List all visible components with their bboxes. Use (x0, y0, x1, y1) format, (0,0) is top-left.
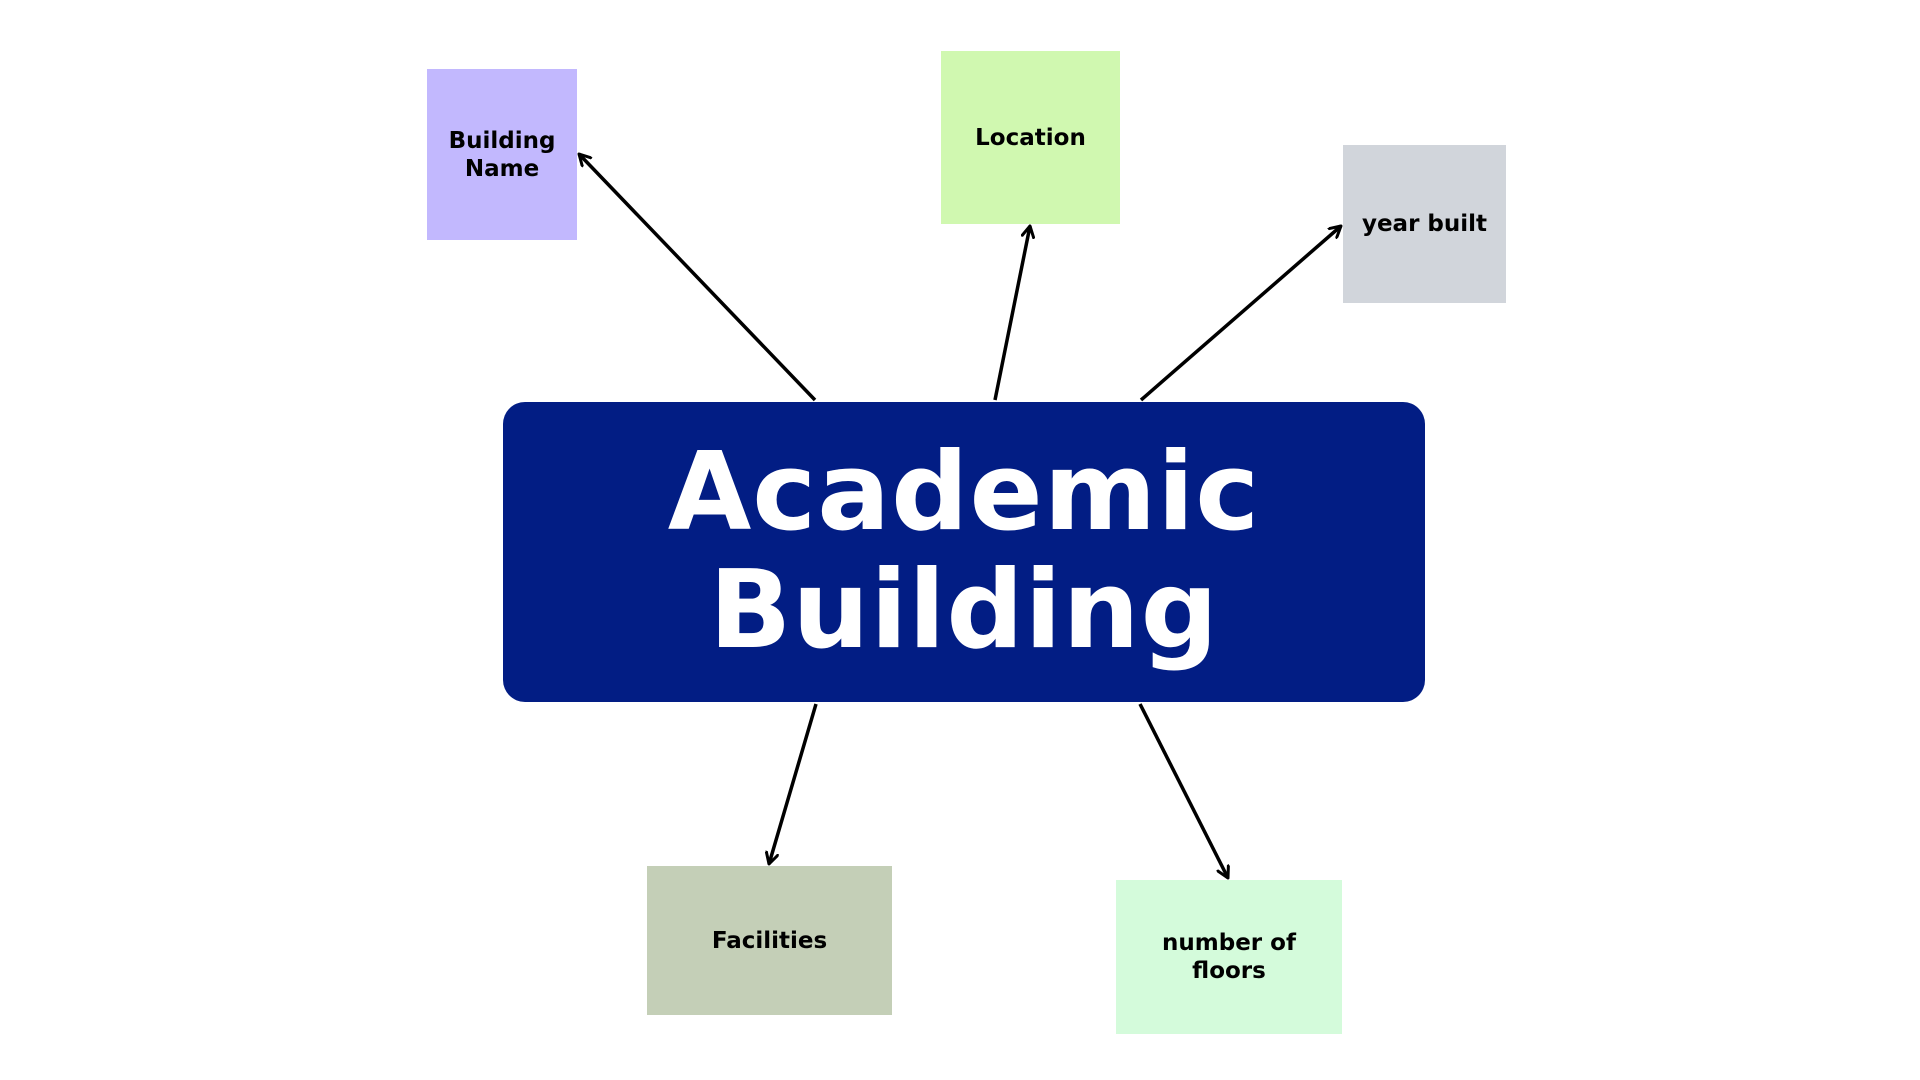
node-label: year built (1361, 211, 1488, 237)
central-node: Academic Building (503, 402, 1425, 702)
arrow-to-location (993, 226, 1030, 401)
arrow-to-building-name (579, 154, 817, 402)
central-title-line-2: Building (709, 548, 1219, 673)
arrow-to-facilities (769, 703, 818, 864)
node-label: Building Name (448, 127, 556, 182)
node-facilities: Facilities (647, 866, 892, 1015)
node-label: Facilities (711, 927, 828, 954)
arrow-to-year-built (1139, 226, 1341, 402)
arrow-to-floors (1138, 703, 1228, 878)
diagram-canvas: Academic Building Building Name Location… (0, 0, 1920, 1080)
node-label: number of floors (1162, 930, 1296, 984)
central-title-line-1: Academic (667, 430, 1261, 555)
node-year-built: year built (1343, 145, 1506, 303)
node-label: Location (975, 124, 1086, 151)
node-location: Location (941, 51, 1120, 224)
node-building-name: Building Name (427, 69, 577, 240)
node-floors: number of floors (1116, 880, 1342, 1034)
